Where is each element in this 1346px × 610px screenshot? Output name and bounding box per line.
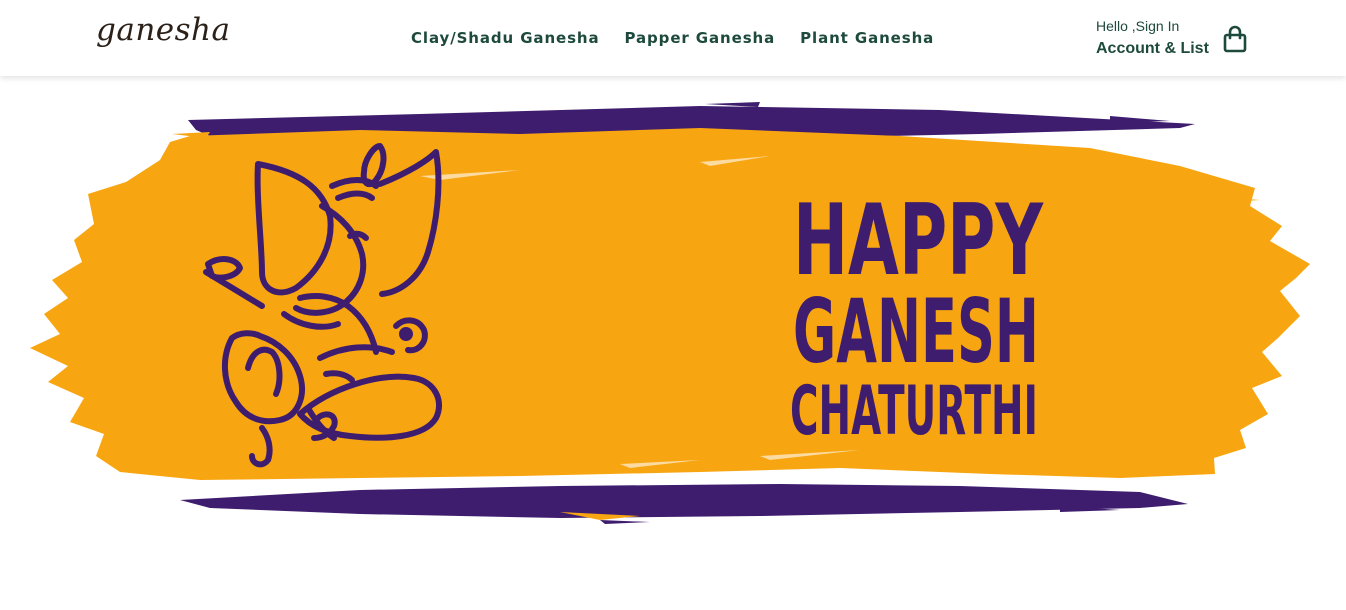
hero-banner: HAPPY GANESH CHATURTHI — [0, 76, 1346, 610]
brush-stroke-background — [30, 102, 1310, 524]
nav-link-clay-shadu-ganesha[interactable]: Clay/Shadu Ganesha — [411, 29, 600, 47]
main-nav: Clay/Shadu Ganesha Papper Ganesha Plant … — [411, 29, 934, 47]
title-line-chaturthi: CHATURTHI — [790, 372, 1038, 451]
sign-in-greeting: Hello ,Sign In — [1096, 18, 1180, 34]
nav-link-plant-ganesha[interactable]: Plant Ganesha — [800, 29, 934, 47]
site-logo[interactable]: ganesha — [96, 12, 231, 48]
happy-ganesh-chaturthi-title: HAPPY GANESH CHATURTHI — [790, 184, 1044, 451]
shopping-bag-icon[interactable] — [1222, 25, 1248, 53]
top-navbar: ganesha Clay/Shadu Ganesha Papper Ganesh… — [0, 0, 1346, 76]
account-menu[interactable]: Hello ,Sign In Account & List — [1096, 17, 1209, 61]
account-and-list-label: Account & List — [1096, 40, 1209, 57]
nav-link-papper-ganesha[interactable]: Papper Ganesha — [625, 29, 776, 47]
title-line-ganesh: GANESH — [793, 280, 1039, 383]
